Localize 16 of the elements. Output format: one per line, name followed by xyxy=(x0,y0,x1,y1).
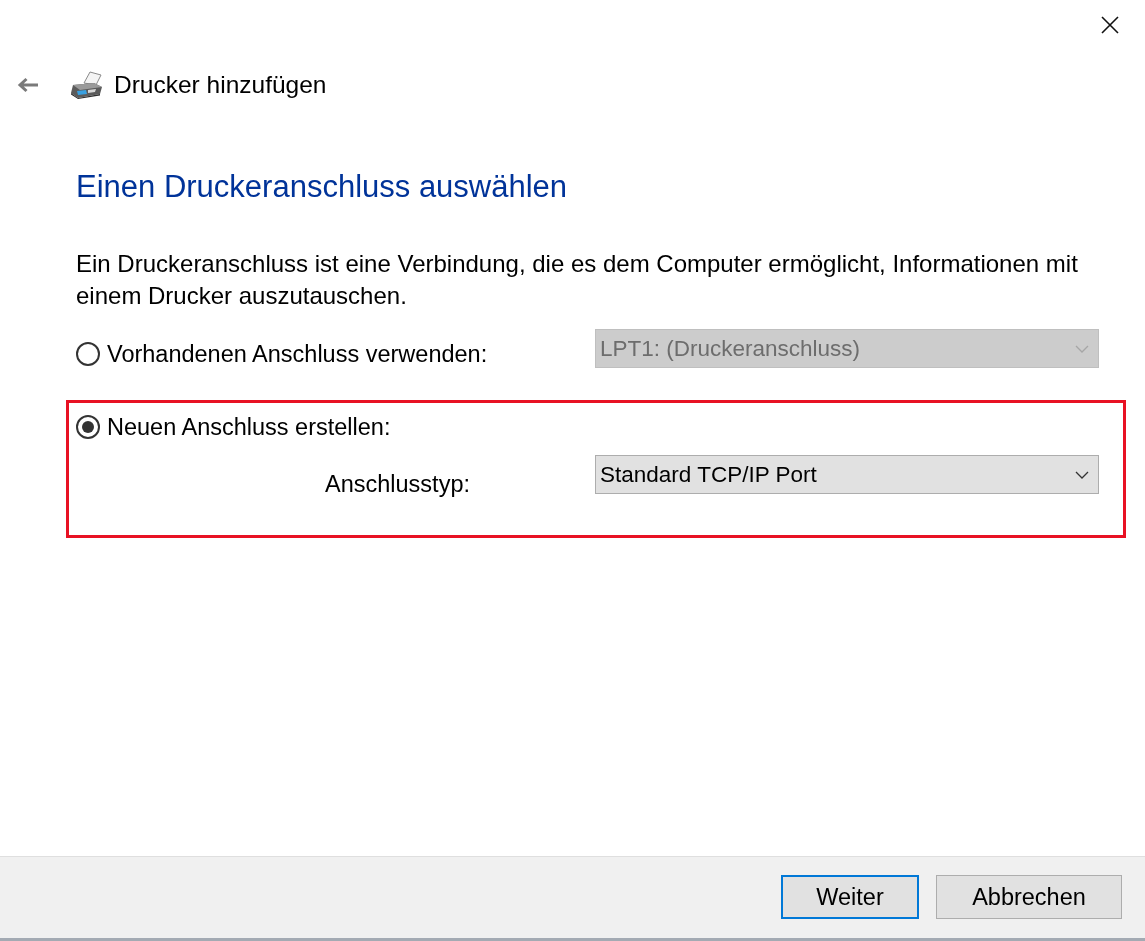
chevron-down-icon xyxy=(1075,470,1089,479)
close-icon xyxy=(1101,16,1119,34)
printer-icon xyxy=(70,71,103,99)
dialog-button[interactable]: Weiter xyxy=(781,875,919,919)
radio-button[interactable] xyxy=(76,415,100,439)
radio-button[interactable] xyxy=(76,342,100,366)
chevron-down-icon xyxy=(1075,344,1089,353)
window-title: Drucker hinzufügen xyxy=(114,70,327,100)
back-arrow-icon xyxy=(17,77,39,93)
radio-option[interactable]: Neuen Anschluss erstellen: xyxy=(76,412,391,442)
dialog-button[interactable]: Abbrechen xyxy=(936,875,1122,919)
dropdown[interactable]: Standard TCP/IP Port xyxy=(595,455,1099,494)
description-text: Ein Druckeranschluss ist eine Verbindung, die es dem Computer ermöglicht, Informationen mit einem Drucker auszutauschen. xyxy=(76,249,1079,311)
page-heading: Einen Druckeranschluss auswählen xyxy=(76,168,568,206)
radio-option[interactable]: Vorhandenen Anschluss verwenden: xyxy=(76,339,488,369)
field-label: Anschlusstyp: xyxy=(325,470,470,499)
